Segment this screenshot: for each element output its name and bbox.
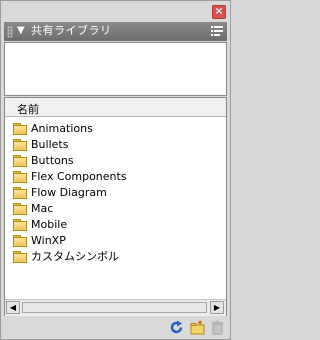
list-item[interactable]: Flow Diagram (5, 185, 226, 201)
item-label: WinXP (31, 234, 66, 247)
horizontal-scrollbar[interactable]: ◀ ▶ (5, 299, 226, 316)
scroll-thumb[interactable] (22, 302, 207, 313)
folder-icon (13, 171, 27, 183)
collapse-triangle-icon[interactable]: ▼ (17, 24, 25, 38)
panel-footer (4, 319, 227, 337)
item-label: Mac (31, 202, 54, 215)
panel-title: 共有ライブラリ (31, 24, 112, 37)
library-list: 名前 Animations Bullets Buttons Flex Compo… (4, 97, 227, 316)
item-label: Mobile (31, 218, 68, 231)
list-item[interactable]: Flex Components (5, 169, 226, 185)
preview-area (4, 42, 227, 96)
folder-icon (13, 251, 27, 263)
shared-library-panel: × ▼ 共有ライブラリ 名前 Animations Bullets Button… (0, 0, 231, 340)
refresh-icon[interactable] (169, 320, 184, 335)
scroll-left-button[interactable]: ◀ (6, 301, 20, 314)
scroll-right-button[interactable]: ▶ (210, 301, 224, 314)
item-label: Bullets (31, 138, 69, 151)
list-item[interactable]: Mobile (5, 217, 226, 233)
list-item[interactable]: Bullets (5, 137, 226, 153)
folder-icon (13, 187, 27, 199)
panel-menu-icon[interactable] (211, 25, 223, 37)
list-item[interactable]: Buttons (5, 153, 226, 169)
list-item[interactable]: WinXP (5, 233, 226, 249)
folder-icon (13, 203, 27, 215)
item-label: Flow Diagram (31, 186, 107, 199)
folder-icon (13, 123, 27, 135)
item-label: Flex Components (31, 170, 127, 183)
item-label: カスタムシンボル (31, 250, 119, 263)
item-label: Animations (31, 122, 93, 135)
column-header-name[interactable]: 名前 (5, 98, 226, 117)
list-item[interactable]: カスタムシンボル (5, 249, 226, 265)
folder-icon (13, 219, 27, 231)
list-item[interactable]: Animations (5, 121, 226, 137)
new-folder-icon[interactable] (190, 320, 205, 335)
folder-icon (13, 155, 27, 167)
folder-icon (13, 235, 27, 247)
panel-titlebar[interactable]: ▼ 共有ライブラリ (4, 22, 227, 41)
item-list: Animations Bullets Buttons Flex Componen… (5, 121, 226, 265)
close-icon[interactable]: × (212, 5, 226, 19)
item-label: Buttons (31, 154, 74, 167)
list-item[interactable]: Mac (5, 201, 226, 217)
trash-icon[interactable] (210, 320, 225, 335)
folder-icon (13, 139, 27, 151)
column-header-label: 名前 (17, 103, 39, 116)
grip-icon[interactable] (7, 26, 13, 38)
